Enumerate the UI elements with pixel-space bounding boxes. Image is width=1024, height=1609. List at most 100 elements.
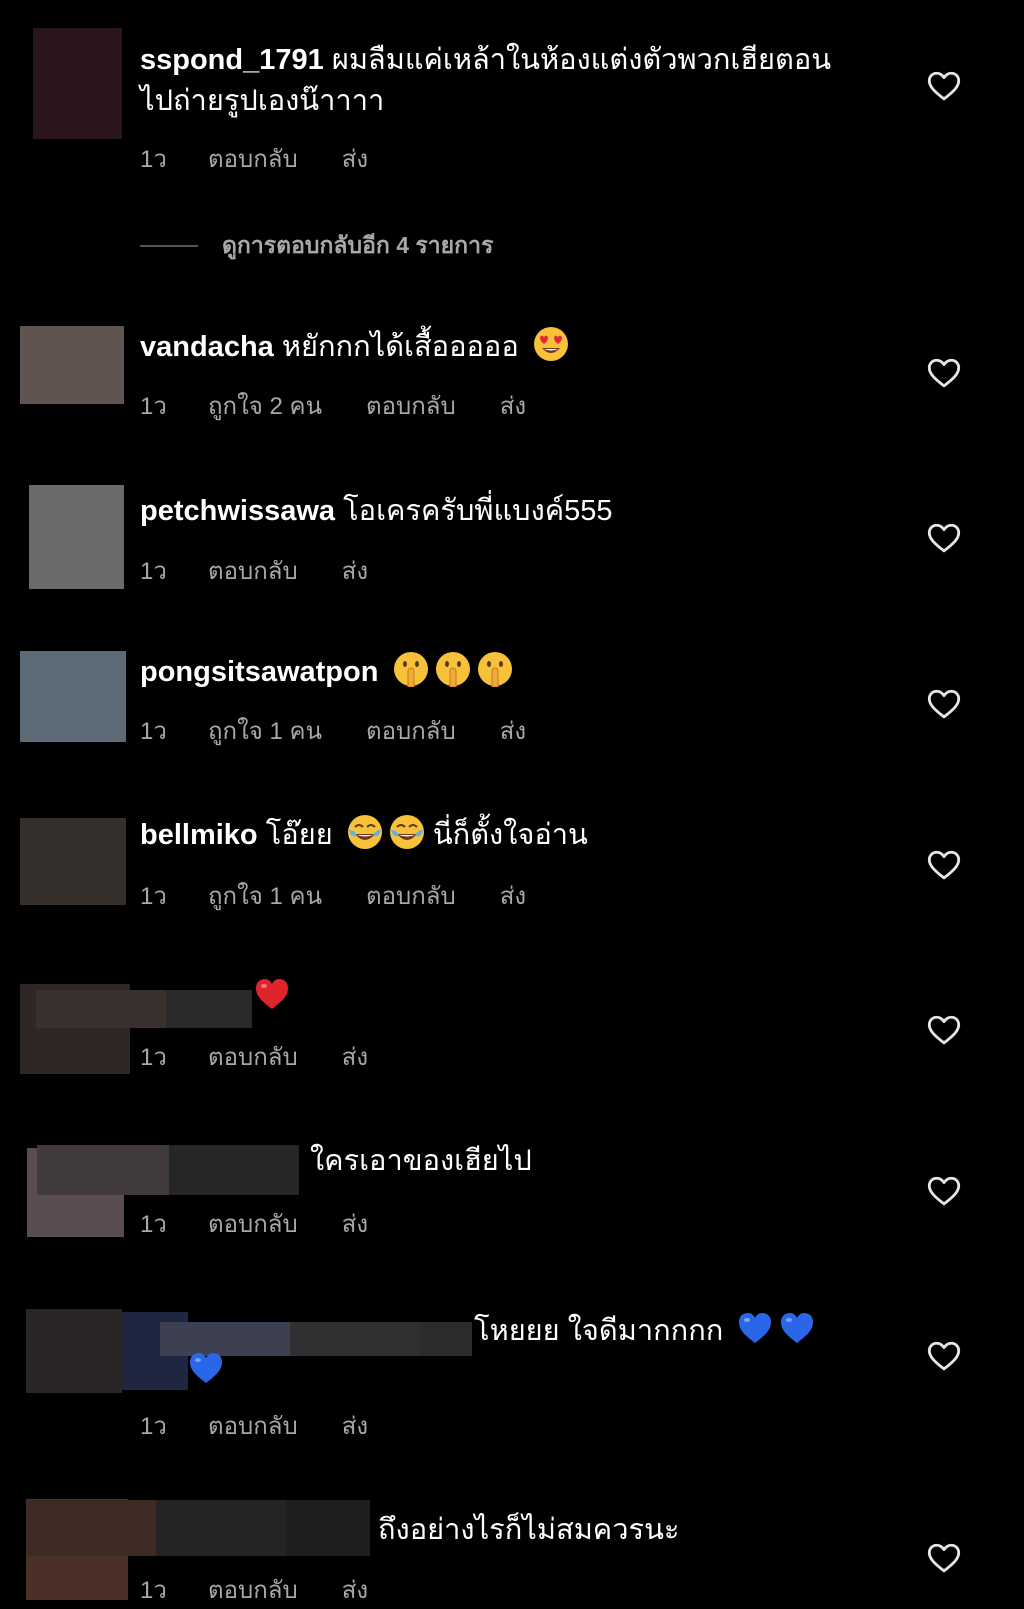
send-button[interactable]: ส่ง	[500, 711, 526, 750]
reply-button[interactable]: ตอบกลับ	[366, 711, 456, 750]
comment-time: 1ว	[140, 883, 167, 910]
comment-time: 1ว	[140, 558, 167, 585]
blurred-username	[286, 1500, 370, 1556]
send-button[interactable]: ส่ง	[342, 1037, 368, 1076]
comment-time: 1ว	[140, 146, 167, 173]
comment-username[interactable]: bellmiko	[140, 819, 258, 851]
view-more-replies-button[interactable]: ดูการตอบกลับอีก 4 รายการ	[140, 228, 493, 264]
shushing-face-emoji-icon	[435, 651, 471, 687]
comment-meta: 1ว ตอบกลับ ส่ง	[140, 139, 368, 178]
replies-divider	[140, 245, 198, 247]
comment-meta: 1ว ตอบกลับ ส่ง	[140, 1406, 368, 1445]
comment-body: ใครเอาของเฮียไป	[310, 1145, 532, 1177]
avatar[interactable]	[26, 1309, 122, 1393]
red-heart-emoji-icon	[254, 976, 290, 1012]
send-button[interactable]: ส่ง	[500, 386, 526, 425]
shushing-face-emoji-icon	[477, 651, 513, 687]
heart-outline-icon[interactable]	[926, 1338, 962, 1374]
comment-meta: 1ว ตอบกลับ ส่ง	[140, 1570, 368, 1609]
send-button[interactable]: ส่ง	[342, 1570, 368, 1609]
heart-outline-icon[interactable]	[926, 1540, 962, 1576]
comment-meta: 1ว ตอบกลับ ส่ง	[140, 1037, 368, 1076]
heart-eyes-emoji-icon	[533, 326, 569, 362]
comment-text: โหยยย ใจดีมากกกก	[474, 1310, 815, 1352]
blurred-username	[420, 1322, 472, 1356]
shushing-face-emoji-icon	[393, 651, 429, 687]
reply-button[interactable]: ตอบกลับ	[208, 1204, 298, 1243]
comment-meta: 1ว ตอบกลับ ส่ง	[140, 551, 368, 590]
comment-text	[248, 976, 290, 1018]
heart-outline-icon[interactable]	[926, 355, 962, 391]
reply-button[interactable]: ตอบกลับ	[208, 1570, 298, 1609]
avatar[interactable]	[20, 651, 126, 742]
like-count[interactable]: ถูกใจ 2 คน	[208, 386, 322, 425]
view-replies-label: ดูการตอบกลับอีก 4 รายการ	[222, 232, 494, 258]
comment-text: bellmiko โอ๊ยย นี่ก็ตั้งใจอ่าน	[140, 814, 588, 856]
comment-text-continued	[188, 1350, 224, 1392]
comment-meta: 1ว ถูกใจ 2 คน ตอบกลับ ส่ง	[140, 386, 526, 425]
heart-outline-icon[interactable]	[926, 1173, 962, 1209]
comment-body: โอเครครับพี่แบงค์555	[343, 495, 613, 527]
comment-time: 1ว	[140, 1577, 167, 1604]
comment-body-after: นี่ก็ตั้งใจอ่าน	[432, 819, 588, 851]
avatar[interactable]	[20, 818, 126, 905]
comment-text: petchwissawa โอเครครับพี่แบงค์555	[140, 491, 613, 532]
comment-username[interactable]: vandacha	[140, 331, 274, 363]
blue-heart-emoji-icon	[737, 1310, 773, 1346]
send-button[interactable]: ส่ง	[342, 551, 368, 590]
tears-of-joy-emoji-icon	[347, 814, 383, 850]
comment-body-continued: ไปถ่ายรูปเองน๊าาาา	[140, 85, 385, 117]
reply-button[interactable]: ตอบกลับ	[208, 1037, 298, 1076]
blurred-username	[160, 1322, 290, 1356]
avatar[interactable]	[33, 28, 122, 139]
comments-screen: { "colors": { "background": "#000000", "…	[0, 0, 1024, 1604]
avatar[interactable]	[29, 485, 124, 589]
heart-outline-icon[interactable]	[926, 68, 962, 104]
like-count[interactable]: ถูกใจ 1 คน	[208, 876, 322, 915]
comment-text: vandacha หยักกกได้เสื้อออออ	[140, 326, 569, 368]
comment-time: 1ว	[140, 393, 167, 420]
send-button[interactable]: ส่ง	[342, 139, 368, 178]
heart-outline-icon[interactable]	[926, 686, 962, 722]
comment-username[interactable]: sspond_1791	[140, 44, 324, 76]
reply-button[interactable]: ตอบกลับ	[366, 386, 456, 425]
send-button[interactable]: ส่ง	[500, 876, 526, 915]
comment-time: 1ว	[140, 1044, 167, 1071]
heart-outline-icon[interactable]	[926, 847, 962, 883]
comment-username[interactable]: petchwissawa	[140, 495, 335, 527]
reply-button[interactable]: ตอบกลับ	[208, 139, 298, 178]
comment-meta: 1ว ถูกใจ 1 คน ตอบกลับ ส่ง	[140, 711, 526, 750]
comment-meta: 1ว ถูกใจ 1 คน ตอบกลับ ส่ง	[140, 876, 526, 915]
blue-heart-emoji-icon	[779, 1310, 815, 1346]
reply-button[interactable]: ตอบกลับ	[208, 1406, 298, 1445]
comment-body: ถึงอย่างไรก็ไม่สมควรนะ	[378, 1514, 680, 1546]
comment-meta: 1ว ตอบกลับ ส่ง	[140, 1204, 368, 1243]
blurred-username	[37, 1145, 169, 1195]
tears-of-joy-emoji-icon	[389, 814, 425, 850]
comment-text-continued: ไปถ่ายรูปเองน๊าาาา	[140, 81, 384, 122]
reply-button[interactable]: ตอบกลับ	[366, 876, 456, 915]
comment-text: ถึงอย่างไรก็ไม่สมควรนะ	[378, 1510, 679, 1551]
avatar[interactable]	[20, 326, 124, 404]
send-button[interactable]: ส่ง	[342, 1406, 368, 1445]
blurred-username	[26, 1500, 156, 1556]
blurred-username	[290, 1322, 420, 1356]
comment-text: ใครเอาของเฮียไป	[310, 1141, 532, 1182]
comment-text: pongsitsawatpon	[140, 651, 513, 693]
comment-body: โอ๊ยย	[265, 819, 333, 851]
comment-body: ผมลืมแค่เหล้าในห้องแต่งตัวพวกเฮียตอน	[331, 44, 832, 76]
blurred-username	[169, 1145, 299, 1195]
comment-time: 1ว	[140, 1413, 167, 1440]
comment-time: 1ว	[140, 1211, 167, 1238]
heart-outline-icon[interactable]	[926, 1012, 962, 1048]
blurred-username	[156, 1500, 286, 1556]
send-button[interactable]: ส่ง	[342, 1204, 368, 1243]
comment-text: sspond_1791 ผมลืมแค่เหล้าในห้องแต่งตัวพว…	[140, 40, 831, 81]
comment-body: โหยยย ใจดีมากกกก	[474, 1315, 724, 1347]
heart-outline-icon[interactable]	[926, 520, 962, 556]
comment-body: หยักกกได้เสื้อออออ	[281, 331, 519, 363]
reply-button[interactable]: ตอบกลับ	[208, 551, 298, 590]
comment-time: 1ว	[140, 718, 167, 745]
comment-username[interactable]: pongsitsawatpon	[140, 656, 378, 688]
like-count[interactable]: ถูกใจ 1 คน	[208, 711, 322, 750]
